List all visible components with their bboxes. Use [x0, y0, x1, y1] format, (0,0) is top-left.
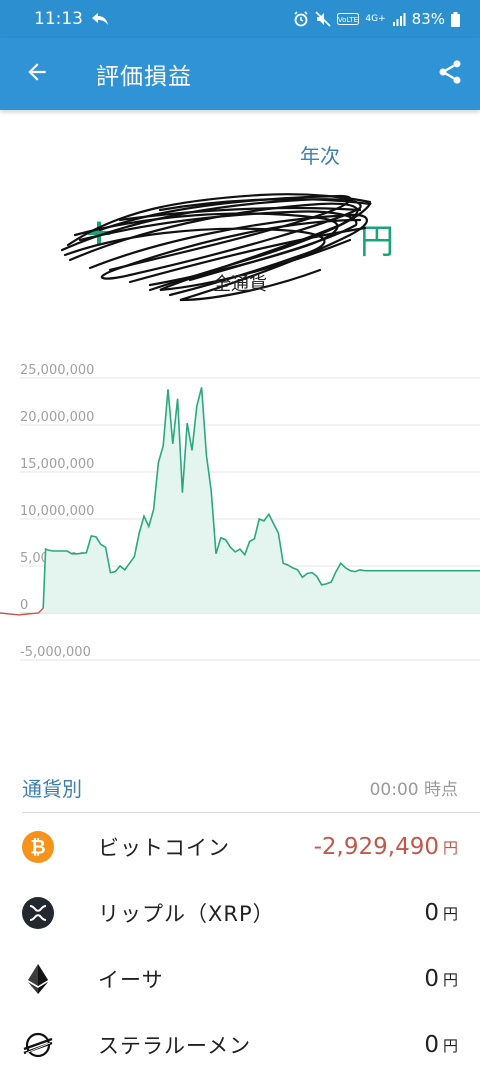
- battery-percent: 83%: [411, 10, 445, 28]
- coin-name: ステラルーメン: [98, 1034, 252, 1058]
- y-tick-label: -5,000,000: [20, 645, 91, 660]
- coin-row-xrp[interactable]: リップル（XRP） 0 円: [0, 880, 480, 946]
- stellar-icon: [22, 1029, 54, 1061]
- coin-row-ethereum[interactable]: イーサ 0 円: [0, 946, 480, 1012]
- profit-chart: 25,000,000 20,000,000 15,000,000 10,000,000…: [0, 355, 480, 685]
- alarm-icon: [293, 11, 309, 27]
- coin-value: 0: [424, 966, 439, 992]
- ethereum-icon: [22, 963, 54, 995]
- coin-value: 0: [424, 900, 439, 926]
- volte-icon: VoLTE: [337, 13, 360, 25]
- coin-list: ₿ ビットコイン -2,929,490 円 リップル（XRP） 0 円 イーサ …: [0, 814, 480, 1078]
- back-button[interactable]: [0, 38, 74, 110]
- section-header: 通貨別 00:00 時点: [0, 762, 480, 812]
- signal-icon: [392, 12, 406, 26]
- status-bar: 11:13 VoLTE 4G+ 83%: [0, 0, 480, 38]
- share-button[interactable]: [420, 38, 480, 110]
- network-type: 4G+: [365, 14, 386, 24]
- page-title: 評価損益: [96, 64, 192, 90]
- currency-scope-label: 全通貨: [213, 274, 267, 295]
- share-icon: [436, 58, 464, 90]
- y-tick-label: 20,000,000: [20, 410, 94, 425]
- svg-text:₿: ₿: [30, 837, 45, 859]
- coin-value: 0: [424, 1032, 439, 1058]
- y-tick-label: 10,000,000: [20, 504, 94, 519]
- app-bar: 評価損益: [0, 38, 480, 110]
- coin-unit: 円: [442, 1036, 458, 1055]
- arrow-left-icon: [24, 59, 50, 89]
- divider: [22, 812, 480, 813]
- period-selector[interactable]: 年次: [0, 140, 480, 169]
- status-time: 11:13: [34, 9, 83, 29]
- battery-icon: [451, 11, 460, 27]
- bitcoin-icon: ₿: [22, 831, 54, 863]
- y-tick-label: 25,000,000: [20, 363, 94, 378]
- reply-arrow-icon: [91, 12, 109, 26]
- section-timestamp: 00:00 時点: [369, 779, 458, 800]
- profit-chart-svg: 25,000,000 20,000,000 15,000,000 10,000,000…: [0, 363, 480, 661]
- coin-unit: 円: [442, 970, 458, 989]
- section-label: 通貨別: [22, 776, 82, 801]
- svg-text:VoLTE: VoLTE: [338, 16, 358, 24]
- coin-value: -2,929,490: [313, 834, 439, 860]
- coin-unit: 円: [442, 904, 458, 923]
- coin-row-stellar[interactable]: ステラルーメン 0 円: [0, 1012, 480, 1078]
- y-tick-label: 15,000,000: [20, 457, 94, 472]
- coin-row-bitcoin[interactable]: ₿ ビットコイン -2,929,490 円: [0, 814, 480, 880]
- coin-unit: 円: [442, 838, 458, 857]
- coin-name: リップル（XRP）: [98, 902, 275, 926]
- coin-name: ビットコイン: [98, 836, 230, 860]
- y-tick-label: 0: [20, 598, 28, 613]
- coin-name: イーサ: [98, 968, 164, 992]
- mute-icon: [315, 11, 331, 27]
- chart-area-fill: [43, 387, 480, 613]
- xrp-icon: [22, 897, 54, 929]
